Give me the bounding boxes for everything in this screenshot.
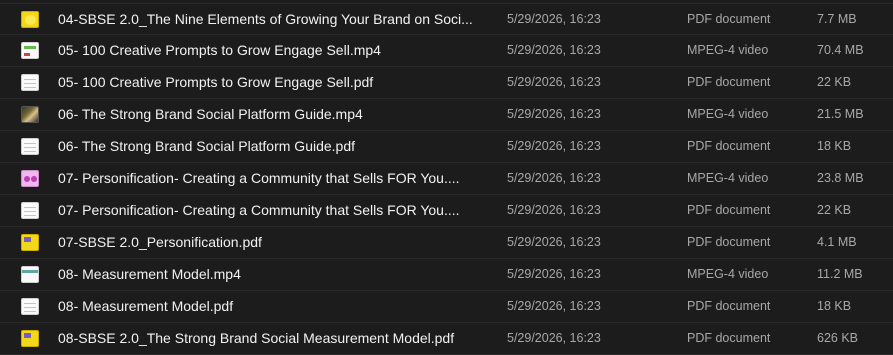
file-date: 5/29/2026, 16:23 (507, 107, 601, 121)
file-kind: PDF document (687, 331, 771, 345)
document-thumbnail-icon (21, 202, 39, 219)
file-row[interactable]: 04-SBSE 2.0_The Nine Elements of Growing… (0, 3, 893, 35)
file-row[interactable]: 07- Personification- Creating a Communit… (0, 163, 893, 195)
file-date: 5/29/2026, 16:23 (507, 75, 601, 89)
file-date: 5/29/2026, 16:23 (507, 267, 601, 281)
file-size: 22 KB (817, 203, 852, 217)
file-kind: PDF document (687, 139, 771, 153)
file-row[interactable]: 05- 100 Creative Prompts to Grow Engage … (0, 35, 893, 67)
document-thumbnail-icon (21, 298, 39, 315)
yellow-pdf-thumbnail-icon (21, 11, 39, 28)
file-size: 626 KB (817, 331, 859, 345)
document-thumbnail-icon (21, 74, 39, 91)
teal-video-thumbnail-icon (21, 266, 39, 283)
file-size: 7.7 MB (817, 12, 857, 26)
file-row[interactable]: 08-SBSE 2.0_The Strong Brand Social Meas… (0, 323, 893, 355)
file-name: 07-SBSE 2.0_Personification.pdf (58, 234, 262, 250)
file-size: 70.4 MB (817, 43, 864, 57)
file-size: 11.2 MB (817, 267, 863, 281)
file-kind: MPEG-4 video (687, 43, 769, 57)
file-date: 5/29/2026, 16:23 (507, 203, 601, 217)
file-name: 06- The Strong Brand Social Platform Gui… (58, 106, 363, 122)
file-size: 18 KB (817, 299, 852, 313)
file-size: 22 KB (817, 75, 852, 89)
document-thumbnail-icon (21, 138, 39, 155)
file-name: 04-SBSE 2.0_The Nine Elements of Growing… (58, 11, 473, 27)
file-size: 21.5 MB (817, 107, 864, 121)
file-size: 23.8 MB (817, 171, 864, 185)
file-date: 5/29/2026, 16:23 (507, 139, 601, 153)
file-name: 05- 100 Creative Prompts to Grow Engage … (58, 74, 374, 90)
file-row[interactable]: 05- 100 Creative Prompts to Grow Engage … (0, 67, 893, 99)
file-size: 4.1 MB (817, 235, 857, 249)
photo-video-thumbnail-icon (21, 106, 39, 123)
file-name: 06- The Strong Brand Social Platform Gui… (58, 138, 356, 154)
file-date: 5/29/2026, 16:23 (507, 331, 601, 345)
file-name: 05- 100 Creative Prompts to Grow Engage … (58, 42, 381, 58)
yellow-mixed-pdf-thumbnail-icon (21, 234, 39, 251)
file-list: 04-SBSE 2.0_The Nine Elements of Growing… (0, 3, 893, 355)
file-row[interactable]: 06- The Strong Brand Social Platform Gui… (0, 131, 893, 163)
file-kind: PDF document (687, 75, 771, 89)
file-date: 5/29/2026, 16:23 (507, 235, 601, 249)
file-date: 5/29/2026, 16:23 (507, 12, 601, 26)
file-name: 08- Measurement Model.mp4 (58, 266, 241, 282)
file-date: 5/29/2026, 16:23 (507, 299, 601, 313)
file-name: 07- Personification- Creating a Communit… (58, 170, 460, 186)
file-kind: PDF document (687, 12, 771, 26)
file-kind: PDF document (687, 299, 771, 313)
file-kind: MPEG-4 video (687, 267, 769, 281)
file-kind: MPEG-4 video (687, 107, 769, 121)
file-kind: PDF document (687, 235, 771, 249)
file-kind: PDF document (687, 203, 771, 217)
yellow-mixed-pdf-thumbnail-icon (21, 330, 39, 347)
file-row[interactable]: 06- The Strong Brand Social Platform Gui… (0, 99, 893, 131)
file-row[interactable]: 07-SBSE 2.0_Personification.pdf 5/29/202… (0, 227, 893, 259)
file-size: 18 KB (817, 139, 852, 153)
file-name: 08-SBSE 2.0_The Strong Brand Social Meas… (58, 330, 455, 346)
file-row[interactable]: 07- Personification- Creating a Communit… (0, 195, 893, 227)
file-row[interactable]: 08- Measurement Model.mp4 5/29/2026, 16:… (0, 259, 893, 291)
pink-video-thumbnail-icon (21, 170, 39, 187)
file-date: 5/29/2026, 16:23 (507, 43, 601, 57)
file-name: 07- Personification- Creating a Communit… (58, 202, 460, 218)
file-name: 08- Measurement Model.pdf (58, 298, 234, 314)
file-kind: MPEG-4 video (687, 171, 769, 185)
file-row[interactable]: 08- Measurement Model.pdf 5/29/2026, 16:… (0, 291, 893, 323)
file-date: 5/29/2026, 16:23 (507, 171, 601, 185)
video-thumbnail-icon (21, 42, 39, 59)
